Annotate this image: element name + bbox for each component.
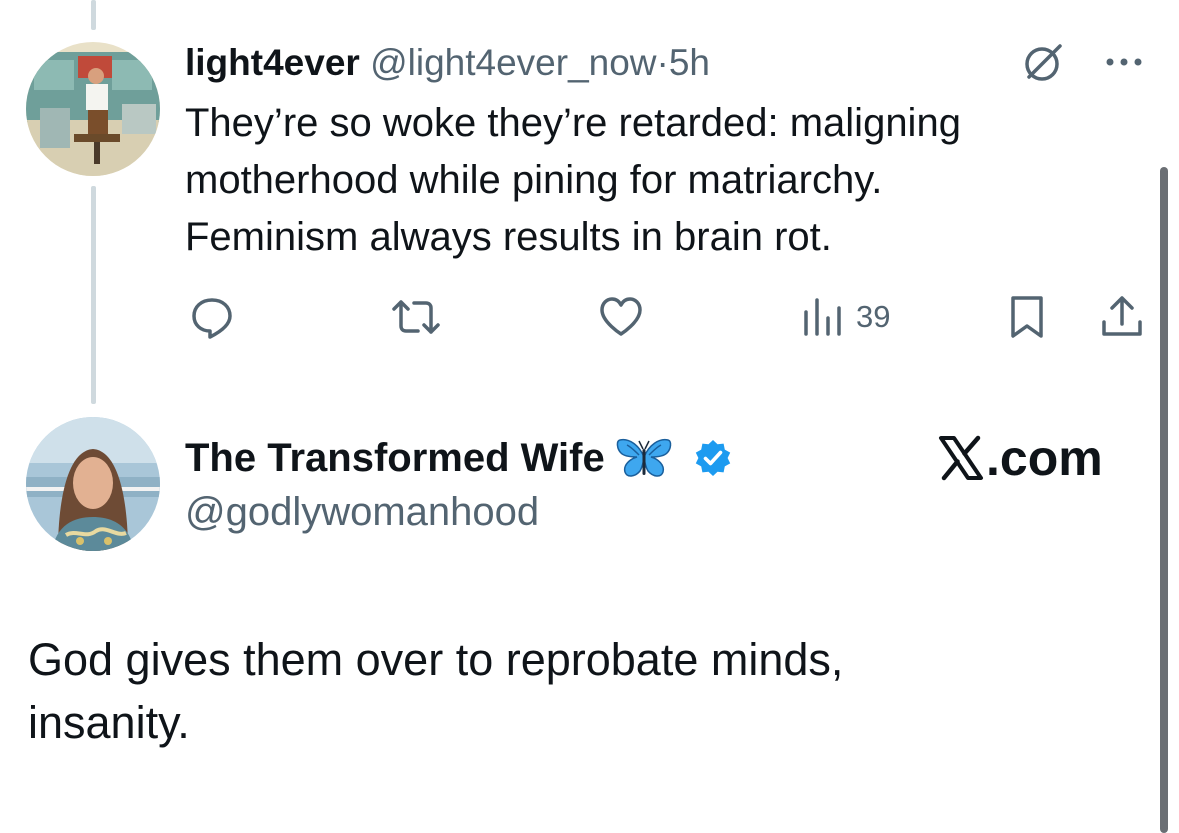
bookmark-icon: [1011, 296, 1043, 338]
butterfly-icon: [616, 438, 671, 477]
retweet-button[interactable]: [390, 292, 442, 342]
views-icon: [804, 298, 841, 336]
main-tweet-text: God gives them over to reprobate minds, …: [28, 628, 1128, 754]
like-icon: [600, 297, 642, 336]
thread-connector-top: [91, 0, 96, 30]
thread-connector: [91, 186, 96, 404]
reply-tweet-text: They’re so woke they’re retarded: malign…: [185, 95, 1105, 266]
x-logo-icon: [939, 435, 983, 481]
views-button[interactable]: 39: [802, 292, 890, 342]
reply-author-handle[interactable]: @light4ever_now: [370, 42, 656, 83]
reply-author-name[interactable]: light4ever: [185, 42, 360, 83]
reply-button[interactable]: [187, 292, 237, 342]
verified-badge-icon[interactable]: [693, 438, 733, 478]
avatar-light4ever[interactable]: [26, 42, 160, 176]
tweet-thread-screenshot: light4ever @light4ever_now·5h They’re so…: [0, 0, 1179, 833]
watermark-suffix: .com: [986, 430, 1103, 486]
grok-icon[interactable]: [1020, 40, 1064, 84]
main-author-name-row[interactable]: The Transformed Wife: [185, 430, 733, 486]
reply-text-line: Feminism always results in brain rot.: [185, 215, 832, 259]
main-text-line: insanity.: [28, 697, 190, 748]
main-author-name: The Transformed Wife: [185, 436, 605, 480]
reply-text-line: motherhood while pining for matriarchy.: [185, 158, 883, 202]
like-button[interactable]: [596, 292, 646, 342]
scrollbar[interactable]: [1160, 167, 1168, 833]
avatar-the-transformed-wife[interactable]: [26, 417, 160, 551]
meta-separator: ·: [656, 42, 669, 83]
retweet-icon: [392, 300, 440, 334]
share-icon: [1102, 296, 1142, 336]
reply-tweet-header: light4ever @light4ever_now·5h: [185, 38, 710, 88]
xcom-watermark: .com: [938, 426, 1103, 490]
bookmark-button[interactable]: [1005, 292, 1049, 342]
reply-icon: [192, 298, 232, 339]
main-author-handle[interactable]: @godlywomanhood: [185, 484, 539, 540]
reply-timestamp[interactable]: 5h: [669, 42, 710, 83]
share-button[interactable]: [1098, 292, 1146, 342]
reply-text-line: They’re so woke they’re retarded: malign…: [185, 101, 961, 145]
more-icon[interactable]: [1104, 40, 1144, 84]
views-count: 39: [856, 299, 891, 334]
reply-header-actions: [1020, 40, 1144, 84]
main-text-line: God gives them over to reprobate minds,: [28, 634, 844, 685]
